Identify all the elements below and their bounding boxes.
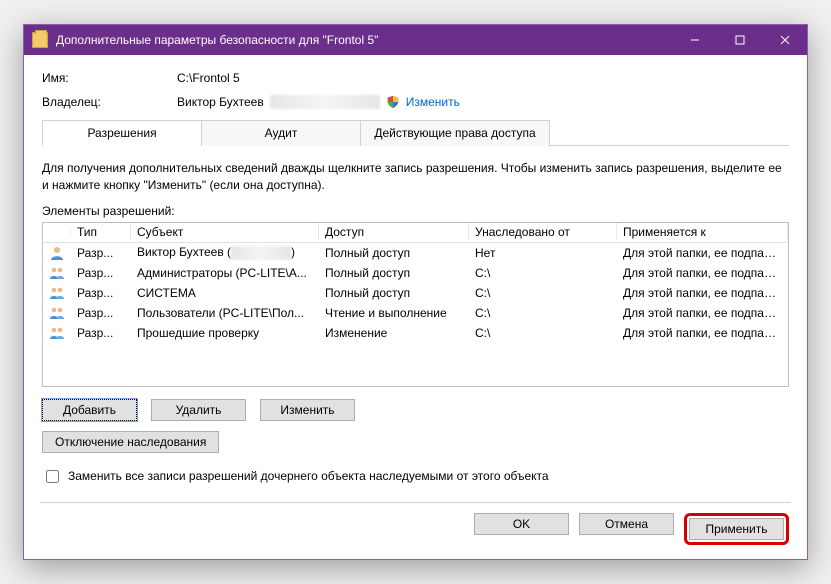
cell-applies: Для этой папки, ее подпапок ...: [617, 265, 788, 281]
grid-header: Тип Субъект Доступ Унаследовано от Приме…: [43, 223, 788, 243]
cell-type: Разр...: [71, 265, 131, 281]
cell-inherited: C:\: [469, 325, 617, 341]
cell-applies: Для этой папки, ее подпапок ...: [617, 325, 788, 341]
cell-subject: Виктор Бухтеев (): [131, 244, 319, 261]
col-access[interactable]: Доступ: [319, 223, 469, 241]
owner-label: Владелец:: [42, 95, 177, 109]
cell-subject: Администраторы (PC-LITE\А...: [131, 265, 319, 281]
cell-inherited: C:\: [469, 285, 617, 301]
col-applies[interactable]: Применяется к: [617, 223, 788, 241]
user-icon: [43, 244, 71, 262]
apply-button-highlight: Применить: [684, 513, 789, 545]
tab-permissions[interactable]: Разрешения: [42, 120, 202, 146]
cell-access: Изменение: [319, 325, 469, 341]
cell-access: Чтение и выполнение: [319, 305, 469, 321]
cell-subject: Пользователи (PC-LITE\Пол...: [131, 305, 319, 321]
owner-account-redacted: [270, 95, 380, 109]
group-icon: [43, 264, 71, 282]
tab-audit-label: Аудит: [265, 126, 298, 140]
disable-inheritance-button[interactable]: Отключение наследования: [42, 431, 219, 453]
col-type[interactable]: Тип: [71, 223, 131, 241]
cell-inherited: C:\: [469, 305, 617, 321]
minimize-button[interactable]: [672, 25, 717, 55]
cell-access: Полный доступ: [319, 265, 469, 281]
cell-type: Разр...: [71, 285, 131, 301]
cell-inherited: C:\: [469, 265, 617, 281]
apply-button[interactable]: Применить: [689, 518, 784, 540]
edit-button[interactable]: Изменить: [260, 399, 355, 421]
cell-access: Полный доступ: [319, 245, 469, 261]
security-dialog: Дополнительные параметры безопасности дл…: [23, 24, 808, 560]
ok-button[interactable]: OK: [474, 513, 569, 535]
cell-subject: СИСТЕМА: [131, 285, 319, 301]
help-text: Для получения дополнительных сведений дв…: [42, 160, 789, 194]
name-value: C:\Frontol 5: [177, 71, 240, 85]
col-subject[interactable]: Субъект: [131, 223, 319, 241]
tab-audit[interactable]: Аудит: [201, 120, 361, 146]
add-button[interactable]: Добавить: [42, 399, 137, 421]
replace-child-label[interactable]: Заменить все записи разрешений дочернего…: [68, 469, 549, 483]
tab-effective-label: Действующие права доступа: [374, 126, 535, 140]
col-icon[interactable]: [43, 230, 71, 234]
cell-type: Разр...: [71, 305, 131, 321]
maximize-button[interactable]: [717, 25, 762, 55]
owner-value: Виктор Бухтеев: [177, 95, 264, 109]
change-owner-link[interactable]: Изменить: [406, 95, 460, 109]
cancel-button[interactable]: Отмена: [579, 513, 674, 535]
table-row[interactable]: Разр...Прошедшие проверкуИзменениеC:\Для…: [43, 323, 788, 343]
tabs: Разрешения Аудит Действующие права досту…: [42, 119, 789, 146]
cell-type: Разр...: [71, 245, 131, 261]
cell-inherited: Нет: [469, 245, 617, 261]
window-title: Дополнительные параметры безопасности дл…: [56, 33, 672, 47]
permissions-grid[interactable]: Тип Субъект Доступ Унаследовано от Приме…: [42, 222, 789, 387]
cell-access: Полный доступ: [319, 285, 469, 301]
cell-applies: Для этой папки, ее подпапок ...: [617, 285, 788, 301]
cell-applies: Для этой папки, ее подпапок ...: [617, 245, 788, 261]
close-button[interactable]: [762, 25, 807, 55]
col-inherited[interactable]: Унаследовано от: [469, 223, 617, 241]
tab-effective[interactable]: Действующие права доступа: [360, 120, 550, 146]
cell-subject: Прошедшие проверку: [131, 325, 319, 341]
cell-type: Разр...: [71, 325, 131, 341]
replace-child-checkbox[interactable]: [46, 470, 59, 483]
folder-icon: [32, 32, 48, 48]
remove-button[interactable]: Удалить: [151, 399, 246, 421]
separator: [40, 502, 791, 503]
group-icon: [43, 284, 71, 302]
tab-permissions-label: Разрешения: [87, 126, 156, 140]
table-row[interactable]: Разр...Администраторы (PC-LITE\А...Полны…: [43, 263, 788, 283]
name-label: Имя:: [42, 71, 177, 85]
shield-icon: [386, 95, 400, 109]
table-row[interactable]: Разр...Пользователи (PC-LITE\Пол...Чтени…: [43, 303, 788, 323]
cell-applies: Для этой папки, ее подпапок ...: [617, 305, 788, 321]
titlebar[interactable]: Дополнительные параметры безопасности дл…: [24, 25, 807, 55]
perm-elements-label: Элементы разрешений:: [42, 204, 789, 218]
table-row[interactable]: Разр...СИСТЕМАПолный доступC:\Для этой п…: [43, 283, 788, 303]
group-icon: [43, 304, 71, 322]
group-icon: [43, 324, 71, 342]
table-row[interactable]: Разр...Виктор Бухтеев ()Полный доступНет…: [43, 243, 788, 263]
